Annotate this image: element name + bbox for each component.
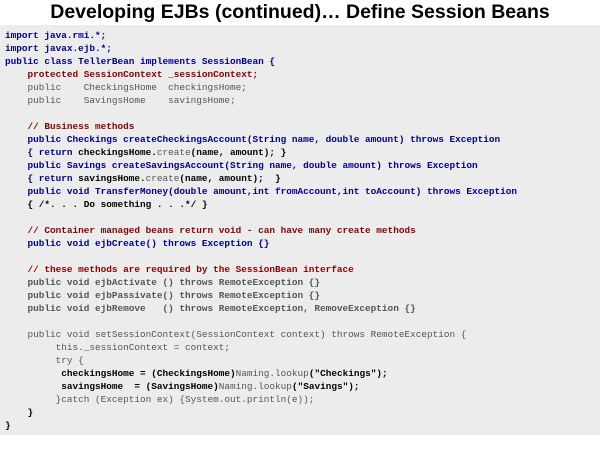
code-line: // Container managed beans return void -… [5,224,517,237]
code-token: public Checkings createCheckingsAccount(… [5,134,501,145]
code-token: Naming.lookup [218,381,292,392]
code-line: savingsHome = (SavingsHome)Naming.lookup… [5,380,517,393]
code-token: checkingsHome. [78,147,157,158]
code-token: public SavingsHome savingsHome; [5,95,236,106]
code-line: } [5,419,517,432]
code-line: public Savings createSavingsAccount(Stri… [5,159,517,172]
code-token: { /*. . . Do something . . .*/ } [5,199,208,210]
code-line: public class TellerBean implements Sessi… [5,55,517,68]
code-line: import javax.ejb.*; [5,42,517,55]
code-line: }catch (Exception ex) {System.out.printl… [5,393,517,406]
code-line: public void ejbRemove () throws RemoteEx… [5,302,517,315]
code-line: import java.rmi.*; [5,29,517,42]
code-token: public void ejbActivate () throws Remote… [5,277,321,288]
code-token: savingsHome = (SavingsHome) [5,381,219,392]
code-line: public void TransferMoney(double amount,… [5,185,517,198]
code-line: public CheckingsHome checkingsHome; [5,81,517,94]
code-token: create [145,173,180,184]
code-token: (name, amount); } [179,173,281,184]
code-token: import javax.ejb.*; [5,43,112,54]
code-line: } [5,406,517,419]
code-block: import java.rmi.*; import javax.ejb.*; pub… [5,29,517,432]
slide-title: Developing EJBs (continued)… Define Sess… [50,1,550,23]
code-line: { /*. . . Do something . . .*/ } [5,198,517,211]
code-token: } [5,407,34,418]
code-token: { return [5,173,79,184]
code-line: public void setSessionContext(SessionCon… [5,328,517,341]
code-token: ("Savings"); [291,381,360,392]
code-line: // these methods are required by the Ses… [5,263,517,276]
code-line: public void ejbCreate() throws Exception… [5,237,517,250]
code-token: public void TransferMoney(double amount,… [5,186,517,197]
code-token: public void ejbPassivate() throws Remote… [5,290,321,301]
code-token: public void ejbRemove () throws RemoteEx… [5,303,416,314]
code-line: { return savingsHome.create(name, amount… [5,172,517,185]
code-token: public class TellerBean implements Sessi… [5,56,276,67]
code-token: } [5,420,11,431]
code-token: public void setSessionContext(SessionCon… [5,329,467,340]
code-token: }catch (Exception ex) {System.out.printl… [5,394,315,405]
code-token: try { [5,355,84,366]
code-token: this._sessionContext = context; [5,342,231,353]
code-token: Naming.lookup [235,368,309,379]
code-token: savingsHome. [78,173,146,184]
code-token: // Container managed beans return void -… [5,225,416,236]
code-token: protected SessionContext _sessionContext… [5,69,259,80]
code-line: { return checkingsHome.create(name, amou… [5,146,517,159]
code-line: protected SessionContext _sessionContext… [5,68,517,81]
code-line: public SavingsHome savingsHome; [5,94,517,107]
code-token: public Savings createSavingsAccount(Stri… [5,160,478,171]
code-token: { return [5,147,79,158]
code-token: import java.rmi.*; [5,30,107,41]
code-line: // Business methods [5,120,517,133]
code-token: ("Checkings"); [308,368,388,379]
code-line: try { [5,354,517,367]
code-token: public void ejbCreate() throws Exception… [5,238,270,249]
code-line: public void ejbActivate () throws Remote… [5,276,517,289]
code-token: create [156,147,191,158]
code-token: checkingsHome = (CheckingsHome) [5,368,236,379]
code-line: public void ejbPassivate() throws Remote… [5,289,517,302]
code-token: // these methods are required by the Ses… [5,264,354,275]
code-line: this._sessionContext = context; [5,341,517,354]
code-panel: import java.rmi.*; import javax.ejb.*; pub… [0,25,600,435]
code-line: checkingsHome = (CheckingsHome)Naming.lo… [5,367,517,380]
code-line: public Checkings createCheckingsAccount(… [5,133,517,146]
code-token: (name, amount); } [190,147,287,158]
code-token: // Business methods [5,121,135,132]
code-token: public CheckingsHome checkingsHome; [5,82,247,93]
